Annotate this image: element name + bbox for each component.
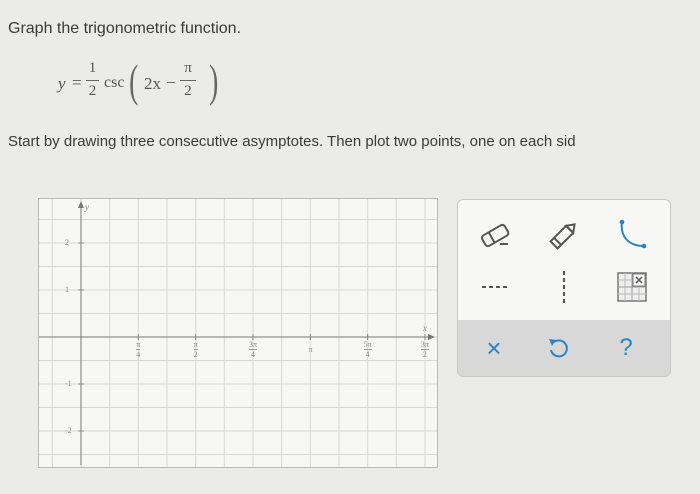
grid-tool[interactable] — [604, 262, 660, 312]
graph-toolbox: × ? — [457, 199, 671, 377]
undo-icon — [549, 339, 568, 358]
dashed-horizontal-line-icon — [482, 286, 510, 288]
y-tick-label: -2 — [65, 426, 72, 435]
curve-tool[interactable] — [604, 210, 660, 260]
y-tick-label: -1 — [65, 379, 72, 388]
eraser-tool[interactable] — [468, 210, 524, 260]
clear-button[interactable]: × — [464, 320, 524, 376]
help-button[interactable]: ? — [596, 320, 656, 376]
eraser-icon — [480, 223, 510, 248]
y-tick-label: 1 — [65, 285, 69, 294]
coefficient-denominator: 2 — [88, 83, 97, 99]
close-icon: × — [486, 332, 502, 363]
equation: y = 1 2 csc ( 2x − π 2 ) — [58, 52, 238, 116]
question-prompt: Graph the trigonometric function. — [8, 20, 242, 37]
x-tick-label: π4 — [136, 340, 141, 359]
x-tick-label: 3π 4 — [248, 340, 257, 359]
toolbox-action-bar: × ? — [458, 320, 670, 376]
graph-grid — [39, 199, 437, 467]
shift-fraction: π 2 — [180, 60, 196, 101]
grid-icon — [617, 272, 647, 302]
y-axis-letter: y — [85, 202, 89, 212]
undo-button[interactable] — [528, 320, 588, 376]
help-icon: ? — [619, 334, 633, 361]
coefficient-numerator: 1 — [88, 60, 97, 76]
instruction-text: Start by drawing three consecutive asymp… — [8, 133, 576, 150]
dashed-vertical-line-icon — [563, 271, 565, 303]
right-paren: ) — [209, 55, 219, 106]
y-tick-label: 2 — [65, 238, 69, 247]
x-tick-label: 3π 2 — [420, 340, 429, 359]
dashed-horizontal-tool[interactable] — [468, 262, 524, 312]
x-tick-label: π2 — [193, 340, 198, 359]
shift-denominator: 2 — [184, 83, 192, 99]
curve-icon — [619, 219, 647, 249]
x-axis-letter: x — [423, 323, 427, 333]
dashed-vertical-tool[interactable] — [536, 262, 592, 312]
equation-minus: − — [166, 73, 176, 92]
equation-lhs: y — [58, 74, 66, 93]
equation-function: csc — [104, 74, 125, 91]
graph-area[interactable]: y x 2 1 -1 -2 π 4 π 2 3π 4 π 5π 4 3π 2 — [38, 198, 438, 468]
left-paren: ( — [129, 55, 139, 106]
y-axis-arrow — [78, 201, 84, 208]
pencil-tool[interactable] — [536, 210, 592, 260]
equation-equals: = — [72, 73, 82, 92]
shift-numerator: π — [184, 60, 192, 76]
pencil-icon — [549, 223, 576, 250]
x-tick-label: 5π 4 — [363, 340, 372, 359]
x-tick-label: π — [308, 345, 313, 354]
equation-arg-term: 2x — [144, 74, 161, 93]
coefficient-fraction: 1 2 — [86, 60, 99, 101]
